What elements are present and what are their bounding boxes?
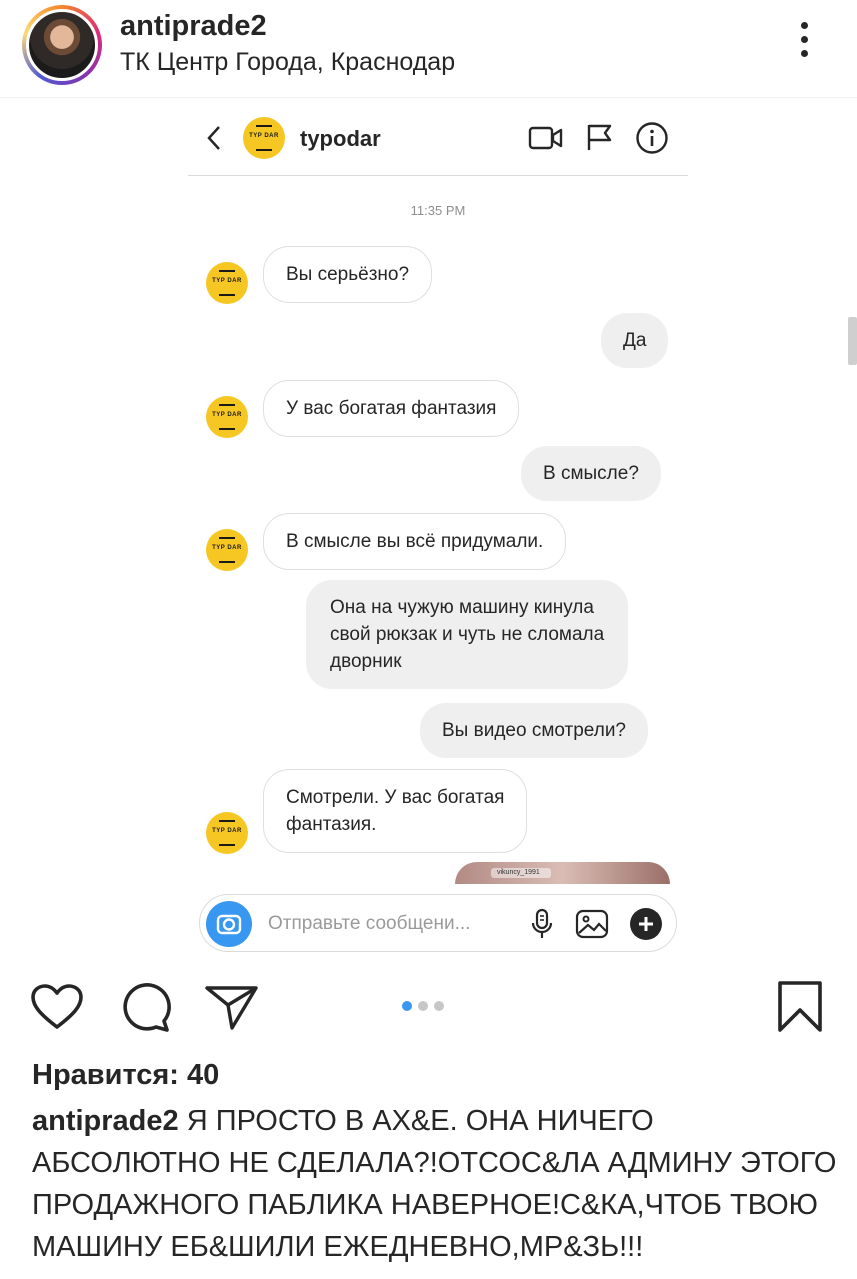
message-bubble-incoming: В смысле вы всё придумали. — [263, 513, 567, 570]
post-header: antiprade2 ТК Центр Города, Краснодар — [0, 0, 857, 98]
shared-video-thumbnail: vikuncy_1991 — [455, 862, 670, 884]
caption-username[interactable]: antiprade2 — [32, 1105, 179, 1137]
post-location[interactable]: ТК Центр Города, Краснодар — [120, 48, 455, 77]
sender-avatar: TYP DAR — [206, 812, 248, 854]
media-username-tag: vikuncy_1991 — [491, 868, 551, 878]
message-bubble-outgoing: Она на чужую машину кинула свой рюкзак и… — [306, 580, 629, 689]
flag-icon — [587, 124, 612, 150]
dm-header: TYP DAR typodar — [188, 100, 688, 176]
gallery-icon — [575, 909, 609, 939]
heart-icon[interactable] — [30, 983, 84, 1031]
sender-avatar: TYP DAR — [206, 396, 248, 438]
message-line: Смотрели. У вас богатая — [286, 787, 505, 808]
dm-contact-avatar: TYP DAR — [243, 117, 285, 159]
post-caption: antiprade2 Я ПРОСТО В АХ&Е. ОНА НИЧЕГО А… — [32, 1100, 842, 1268]
message-line: свой рюкзак и чуть не сломала — [330, 624, 605, 645]
message-timestamp: 11:35 PM — [410, 203, 466, 218]
carousel-dot — [434, 1001, 444, 1011]
message-bubble-incoming: У вас богатая фантазия — [263, 380, 520, 437]
message-bubble-incoming: Смотрели. У вас богатая фантазия. — [263, 769, 528, 853]
dm-contact-name: typodar — [300, 126, 381, 151]
likes-count[interactable]: Нравится: 40 — [32, 1059, 219, 1092]
story-ring[interactable] — [22, 5, 102, 85]
message-bubble-outgoing: Вы видео смотрели? — [420, 703, 648, 758]
sender-avatar: TYP DAR — [206, 262, 248, 304]
message-composer: Отправьте сообщени... — [199, 894, 677, 952]
scrollbar-thumb[interactable] — [848, 317, 857, 365]
comment-icon[interactable] — [118, 983, 172, 1033]
sender-avatar: TYP DAR — [206, 529, 248, 571]
message-bubble-outgoing: В смысле? — [521, 446, 661, 501]
message-line: дворник — [330, 651, 402, 672]
video-call-icon — [528, 126, 563, 150]
microphone-icon — [531, 908, 553, 938]
message-bubble-outgoing: Да — [601, 313, 669, 368]
back-arrow-icon — [207, 126, 220, 150]
info-icon — [636, 122, 668, 154]
message-input-placeholder: Отправьте сообщени... — [268, 913, 471, 934]
camera-icon — [206, 901, 252, 947]
more-options-icon[interactable] — [790, 22, 818, 66]
post-username[interactable]: antiprade2 — [120, 10, 267, 43]
carousel-dot — [402, 1001, 412, 1011]
carousel-dot — [418, 1001, 428, 1011]
share-icon[interactable] — [204, 983, 260, 1031]
bookmark-icon[interactable] — [776, 980, 824, 1034]
message-bubble-incoming: Вы серьёзно? — [263, 246, 433, 303]
message-line: Она на чужую машину кинула — [330, 597, 594, 618]
plus-icon — [630, 908, 662, 940]
avatar[interactable] — [26, 9, 98, 81]
message-line: фантазия. — [286, 814, 377, 835]
carousel-indicator — [402, 998, 450, 1016]
